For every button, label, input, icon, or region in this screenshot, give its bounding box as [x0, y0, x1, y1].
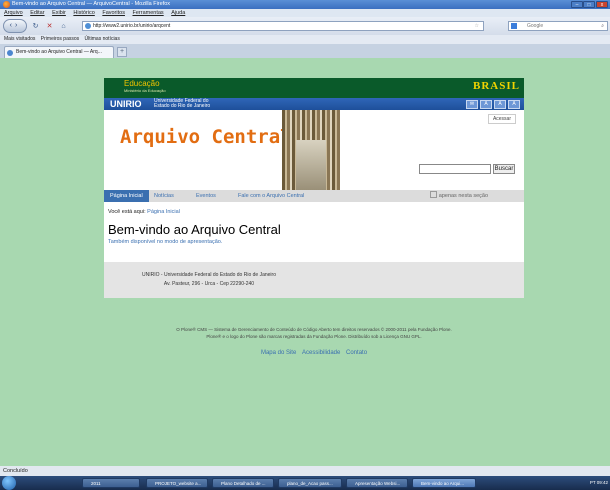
- system-tray: PT 09:42: [589, 480, 608, 485]
- site-header: Arquivo Central Acessar Buscar: [104, 110, 524, 190]
- taskbar-item-projeto[interactable]: PROJETO_website a...: [146, 478, 208, 488]
- menu-ferramentas[interactable]: Ferramentas: [132, 10, 163, 16]
- university-name-line2: Estado do Rio de Janeiro: [154, 103, 211, 109]
- menu-ajuda[interactable]: Ajuda: [171, 10, 185, 16]
- presentation-mode-link[interactable]: Também disponível no modo de apresentaçã…: [108, 239, 222, 245]
- footer-line1: UNIRIO - Universidade Federal do Estado …: [142, 272, 276, 278]
- bookmark-primeiros-passos[interactable]: Primeiros passos: [41, 36, 79, 42]
- educacao-link[interactable]: Educação Ministério da Educação: [124, 79, 166, 94]
- search-button[interactable]: Buscar: [493, 164, 515, 174]
- window-titlebar: Bem-vindo ao Arquivo Central — ArquivoCe…: [0, 0, 610, 9]
- contact-link[interactable]: Contato: [346, 350, 367, 356]
- site-title[interactable]: Arquivo Central: [120, 126, 292, 148]
- archive-photo: [282, 110, 340, 190]
- breadcrumb-prefix: Você está aqui:: [108, 209, 146, 215]
- tab-pagina-inicial[interactable]: Página Inicial: [104, 190, 149, 202]
- navigation-toolbar: ‹› ↻ ✕ ⌂ http://www2.unirio.br/unirio/ar…: [0, 17, 610, 35]
- plone-credits: O Plone® CMS — Sistema de Gerenciamento …: [104, 326, 524, 340]
- google-icon[interactable]: [511, 23, 517, 29]
- taskbar-item-plano-acao[interactable]: plano_de_Acao pass...: [278, 478, 342, 488]
- university-name: Universidade Federal do Estado do Rio de…: [154, 99, 210, 109]
- back-forward-button[interactable]: ‹›: [3, 19, 27, 33]
- site-search-input[interactable]: [419, 164, 491, 174]
- bookmark-ultimas-noticias[interactable]: Últimas notícias: [85, 36, 120, 42]
- educacao-sub: Ministério da Educação: [124, 88, 166, 93]
- window-title: Bem-vindo ao Arquivo Central — ArquivoCe…: [12, 1, 171, 7]
- search-bar[interactable]: Google ⌕: [508, 21, 608, 31]
- footer-line2: Av. Pasteur, 296 - Urca - Cep 22290-240: [163, 281, 255, 287]
- reload-icon[interactable]: ↻: [30, 21, 41, 32]
- taskbar-item-2011[interactable]: 2011: [82, 478, 140, 488]
- taskbar-item-firefox[interactable]: Bem-vindo ao Arqui...: [412, 478, 476, 488]
- menu-arquivo[interactable]: Arquivo: [4, 10, 23, 16]
- site-container: Educação Ministério da Educação BRASIL U…: [104, 78, 524, 298]
- tab-eventos[interactable]: Eventos: [190, 190, 222, 202]
- site-identity-icon[interactable]: [85, 23, 91, 29]
- credits-line2: Plone® e o logo do Plone são marcas regi…: [206, 334, 422, 339]
- tab-bar: Bem-vindo ao Arquivo Central — Arq... +: [0, 44, 610, 59]
- menu-editar[interactable]: Editar: [30, 10, 44, 16]
- status-bar: Concluído: [0, 466, 610, 476]
- footer-links: Mapa do Site Acessibilidade Contato: [104, 350, 524, 356]
- tab-label: Bem-vindo ao Arquivo Central — Arq...: [16, 49, 102, 55]
- login-link[interactable]: Acessar: [487, 114, 516, 124]
- menu-bar: Arquivo Editar Exibir Histórico Favorito…: [0, 9, 610, 17]
- university-bar: UNIRIO Universidade Federal do Estado do…: [104, 98, 524, 110]
- breadcrumb: Você está aqui: Página Inicial: [108, 209, 180, 215]
- font-decrease-button[interactable]: A: [480, 100, 492, 109]
- taskbar-item-apresentacao[interactable]: Apresentação Websi...: [346, 478, 408, 488]
- font-normal-button[interactable]: A: [494, 100, 506, 109]
- taskbar: 2011 PROJETO_website a... Plano Detalhad…: [0, 476, 610, 490]
- font-increase-button[interactable]: A: [508, 100, 520, 109]
- home-icon[interactable]: ⌂: [58, 21, 69, 32]
- page-viewport: Educação Ministério da Educação BRASIL U…: [0, 58, 610, 466]
- taskbar-item-plano-detalhado[interactable]: Plano Detalhado de ...: [212, 478, 274, 488]
- site-footer: UNIRIO - Universidade Federal do Estado …: [104, 262, 524, 298]
- page-title: Bem-vindo ao Arquivo Central: [108, 222, 281, 237]
- accessibility-controls: ✉ A A A: [464, 100, 520, 109]
- stop-icon[interactable]: ✕: [44, 21, 55, 32]
- site-navigation: Página Inicial Notícias Eventos Fale com…: [104, 190, 524, 202]
- url-text: http://www2.unirio.br/unirio/arqcent: [93, 23, 171, 29]
- unirio-logo[interactable]: UNIRIO: [110, 98, 142, 110]
- brasil-logo[interactable]: BRASIL: [473, 80, 520, 92]
- breadcrumb-home-link[interactable]: Página Inicial: [147, 209, 180, 215]
- credits-line1: O Plone® CMS — Sistema de Gerenciamento …: [176, 327, 452, 332]
- checkbox-icon[interactable]: [429, 191, 437, 198]
- search-scope-option[interactable]: apenas nesta seção: [429, 190, 488, 202]
- favicon-icon: [7, 50, 13, 56]
- menu-favoritos[interactable]: Favoritos: [102, 10, 125, 16]
- tab-arquivo-central[interactable]: Bem-vindo ao Arquivo Central — Arq...: [4, 46, 114, 58]
- firefox-icon: [3, 1, 10, 8]
- menu-exibir[interactable]: Exibir: [52, 10, 66, 16]
- search-icon[interactable]: ⌕: [601, 22, 604, 30]
- new-tab-button[interactable]: +: [117, 47, 127, 57]
- search-scope-label: apenas nesta seção: [438, 193, 488, 199]
- start-button[interactable]: [2, 476, 16, 490]
- search-placeholder: Google: [527, 23, 544, 29]
- menu-historico[interactable]: Histórico: [73, 10, 94, 16]
- main-content: Você está aqui: Página Inicial Bem-vindo…: [104, 202, 524, 262]
- bookmark-mais-visitados[interactable]: Mais visitados: [4, 36, 35, 42]
- maximize-button[interactable]: □: [583, 1, 595, 8]
- tab-noticias[interactable]: Notícias: [148, 190, 180, 202]
- mail-icon[interactable]: ✉: [466, 100, 478, 109]
- url-bar[interactable]: http://www2.unirio.br/unirio/arqcent ☆: [82, 21, 484, 31]
- educacao-label: Educação: [124, 79, 160, 88]
- bookmark-star-icon[interactable]: ☆: [475, 22, 479, 30]
- government-bar: Educação Ministério da Educação BRASIL: [104, 78, 524, 98]
- close-button[interactable]: x: [596, 1, 608, 8]
- tab-fale-conosco[interactable]: Fale com o Arquivo Central: [232, 190, 310, 202]
- minimize-button[interactable]: –: [571, 1, 583, 8]
- sitemap-link[interactable]: Mapa do Site: [261, 350, 296, 356]
- bookmarks-toolbar: Mais visitados Primeiros passos Últimas …: [0, 35, 610, 44]
- accessibility-link[interactable]: Acessibilidade: [302, 350, 340, 356]
